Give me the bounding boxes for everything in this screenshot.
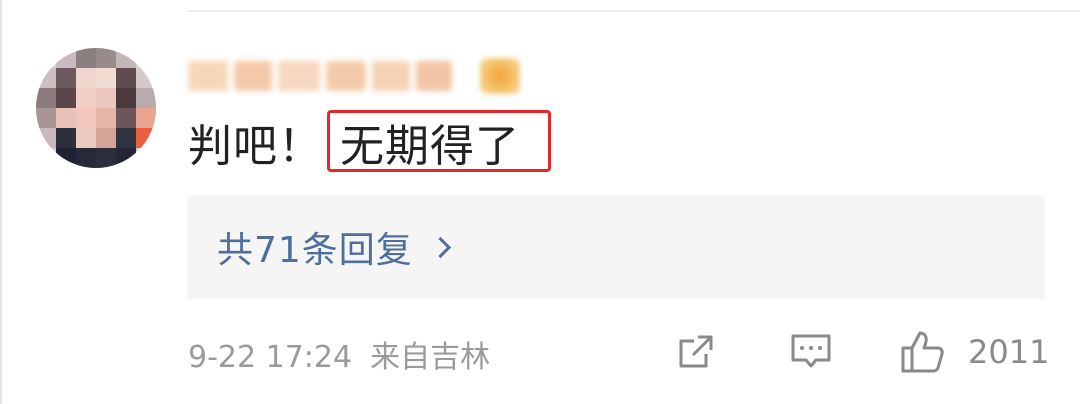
username-pixel [278,61,320,91]
username-blurred[interactable] [188,58,520,94]
highlighted-phrase: 无期得了 [327,110,551,176]
replies-container: 共71条回复 [187,195,1045,299]
comment-text: 判吧！ 无期得了 [188,110,551,176]
comment-text-prefix: 判吧！ [188,121,323,172]
thumbs-up-icon [901,331,944,373]
avatar[interactable] [36,48,156,168]
comment-icon [791,334,831,368]
comment-footer: 9-22 17:24 来自吉林 2011 [188,328,1058,376]
comment-meta: 9-22 17:24 来自吉林 [188,332,490,376]
left-edge-line [0,0,2,404]
vip-badge-icon [480,58,520,94]
replies-label: 共71条回复 [217,230,413,271]
username-pixel [234,61,272,91]
location: 来自吉林 [370,340,491,375]
chevron-right-icon [429,236,451,258]
username-pixel [416,61,452,91]
comment-button[interactable] [789,330,833,374]
share-button[interactable] [676,330,716,374]
username-pixel [188,61,228,91]
like-count: 2011 [968,333,1050,371]
divider [187,10,1080,12]
username-pixel [372,61,410,91]
timestamp: 9-22 17:24 [188,340,353,375]
like-button[interactable]: 2011 [900,330,1049,374]
username-pixel [326,61,366,91]
share-icon [679,335,713,368]
view-replies-link[interactable]: 共71条回复 [217,219,451,275]
